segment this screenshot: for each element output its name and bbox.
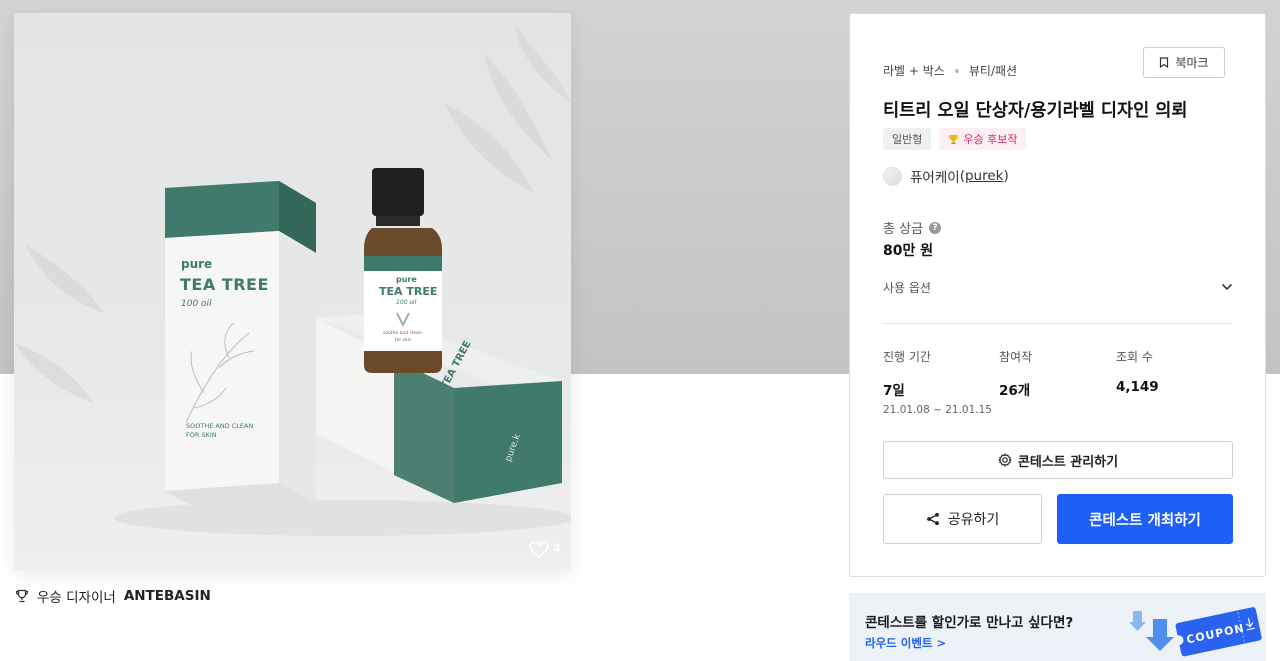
chevron-down-icon: [1221, 283, 1233, 291]
options-label: 사용 옵션: [883, 280, 931, 295]
stat-entries-value: 26개: [999, 383, 1031, 399]
tag-award: 우승 후보작: [939, 128, 1027, 150]
stat-duration-value: 7일: [883, 383, 905, 399]
options-dropdown[interactable]: 사용 옵션: [883, 276, 1233, 298]
packaging-illustration: [14, 23, 571, 536]
bookmark-button[interactable]: 북마크: [1143, 47, 1225, 78]
trophy-icon: [948, 134, 959, 144]
breadcrumb-category[interactable]: 라벨 + 박스: [883, 62, 945, 79]
stat-duration: 진행 기간 7일 21.01.08 ~ 21.01.15: [883, 348, 992, 416]
host-handle[interactable]: purek: [965, 168, 1004, 184]
bottle-tagline-2: for skin: [395, 338, 412, 343]
banner-headline: 콘테스트를 할인가로 만나고 싶다면?: [865, 615, 1074, 631]
tag-award-label: 우승 후보작: [963, 133, 1018, 146]
stat-entries: 참여작 26개: [999, 348, 1032, 399]
stat-views-value: 4,149: [1116, 379, 1159, 395]
box-product-name: TEA TREE: [180, 275, 269, 294]
heart-icon: [528, 541, 549, 558]
box-brand-text: pure: [181, 257, 213, 271]
prize-label: 총 상금 ?: [883, 218, 942, 237]
bottle-volume-text: 100 oil: [396, 299, 417, 306]
prize-label-text: 총 상금: [883, 222, 924, 237]
contest-title: 티트리 오일 단상자/용기라벨 디자인 의뢰: [883, 101, 1188, 121]
share-button[interactable]: 공유하기: [883, 494, 1042, 544]
stat-views-label: 조회 수: [1116, 350, 1153, 364]
bottle-product-name: TEA TREE: [379, 285, 438, 298]
contest-detail-page: pure.k pure TEA TREE 100 oil SOOTHE AND …: [0, 0, 1280, 661]
stat-entries-label: 참여작: [999, 350, 1033, 364]
box-tagline-2: FOR SKIN: [186, 431, 217, 439]
trophy-icon: [15, 589, 29, 603]
stat-duration-dates: 21.01.08 ~ 21.01.15: [883, 404, 992, 416]
tag-general: 일반형: [883, 128, 932, 150]
coupon-illustration: COUPON: [1129, 607, 1262, 657]
bookmark-label: 북마크: [1175, 56, 1209, 70]
box-tagline-1: SOOTHE AND CLEAN: [186, 422, 254, 430]
avatar: [883, 166, 902, 186]
tall-box: [165, 181, 316, 511]
help-icon[interactable]: ?: [929, 221, 942, 234]
coupon-banner[interactable]: 콘테스트를 할인가로 만나고 싶다면? 라우드 이벤트 > COUPON: [849, 593, 1266, 661]
contest-tags: 일반형 우승 후보작: [883, 128, 1027, 150]
gear-icon: [998, 453, 1012, 467]
contest-info-card: 라벨 + 박스 뷰티/패션 북마크 티트리 오일 단상자/용기라벨 디자인 의뢰…: [849, 13, 1266, 577]
manage-contest-label: 콘테스트 관리하기: [1017, 454, 1119, 470]
box-volume-text: 100 oil: [181, 299, 212, 309]
like-count: 4: [552, 542, 561, 557]
breadcrumb-subcategory[interactable]: 뷰티/패션: [969, 62, 1017, 79]
divider: [883, 323, 1233, 324]
open-contest-button[interactable]: 콘테스트 개최하기: [1057, 494, 1233, 544]
host-info[interactable]: 퓨어케이 (purek): [883, 166, 1009, 186]
box-top-logo: pure.k: [219, 175, 251, 184]
bookmark-icon: [1160, 57, 1169, 68]
winner-prefix: 우승 디자이너: [37, 590, 116, 606]
share-label: 공유하기: [947, 512, 1000, 528]
manage-contest-button[interactable]: 콘테스트 관리하기: [883, 441, 1233, 479]
breadcrumb-separator: [954, 68, 959, 73]
banner-event-link[interactable]: 라우드 이벤트 >: [865, 635, 946, 651]
winner-name[interactable]: ANTEBASIN: [124, 588, 211, 604]
breadcrumb: 라벨 + 박스 뷰티/패션: [883, 62, 1017, 79]
product-image[interactable]: pure.k pure TEA TREE 100 oil SOOTHE AND …: [14, 13, 571, 570]
host-handle-wrapper: (purek): [959, 168, 1009, 184]
winner-designer: 우승 디자이너 ANTEBASIN: [15, 586, 211, 606]
like-button[interactable]: 4: [528, 541, 561, 558]
bottle-tagline-1: soothe and clean: [383, 331, 422, 336]
host-name: 퓨어케이: [910, 170, 960, 186]
share-icon: [926, 512, 939, 526]
stat-views: 조회 수 4,149: [1116, 348, 1159, 395]
stat-duration-label: 진행 기간: [883, 350, 931, 364]
bottle-brand-text: pure: [396, 275, 417, 284]
prize-value: 80만 원: [883, 243, 934, 259]
